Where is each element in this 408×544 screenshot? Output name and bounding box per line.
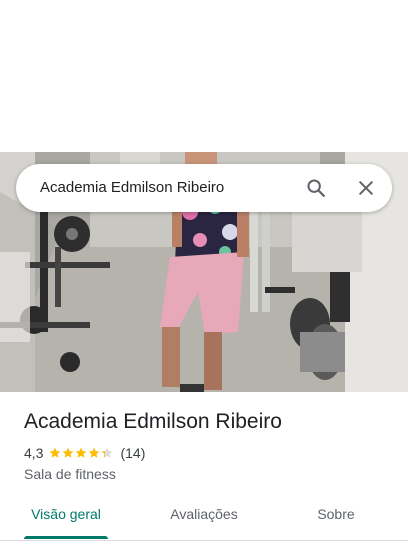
star-icon (89, 447, 100, 458)
rating-row[interactable]: 4,3 (14) (24, 445, 145, 461)
star-icon (76, 447, 87, 458)
place-category[interactable]: Sala de fitness (24, 466, 116, 482)
close-icon[interactable] (352, 174, 380, 202)
reviews-count[interactable]: (14) (120, 445, 145, 461)
rating-stars (49, 447, 114, 459)
top-blank-area (0, 0, 408, 152)
tab-bar: Visão geral Avaliações Sobre (0, 494, 408, 541)
tab-about[interactable]: Sobre (304, 494, 368, 536)
place-title: Academia Edmilson Ribeiro (24, 410, 282, 433)
tab-overview[interactable]: Visão geral (24, 494, 108, 536)
search-icon[interactable] (302, 174, 330, 202)
active-tab-indicator (24, 536, 108, 539)
search-bar[interactable]: Academia Edmilson Ribeiro (16, 164, 392, 212)
search-input[interactable]: Academia Edmilson Ribeiro (40, 179, 224, 196)
rating-value: 4,3 (24, 445, 44, 461)
tab-reviews[interactable]: Avaliações (156, 494, 252, 536)
star-icon (50, 447, 61, 458)
star-icon (102, 447, 113, 458)
star-icon (63, 447, 74, 458)
